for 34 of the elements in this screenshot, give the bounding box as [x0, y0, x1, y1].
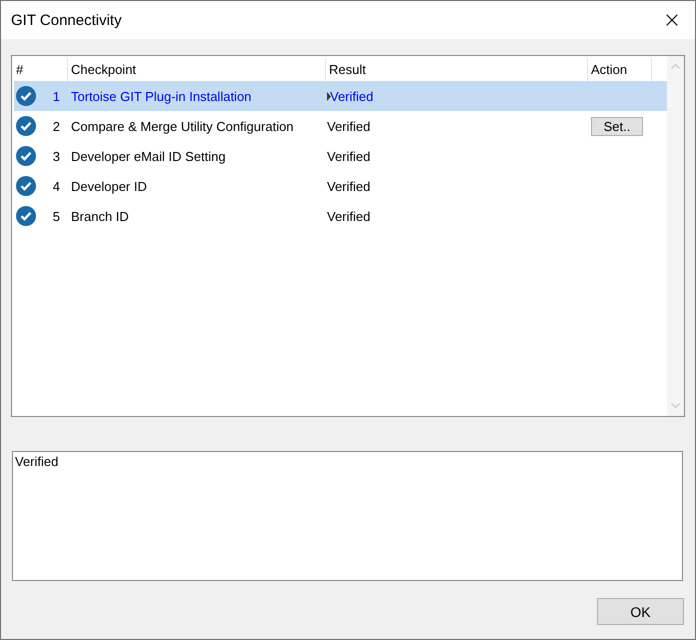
table-cell-text: Tortoise GIT Plug-in Installation	[70, 88, 252, 104]
table-row[interactable]: 5 Branch ID Verified	[14, 201, 667, 231]
table-cell-text: Branch ID	[70, 208, 130, 224]
table-cell-text: 1	[52, 88, 61, 104]
table-row[interactable]: 1 Tortoise GIT Plug-in Installation Verified	[14, 81, 667, 111]
scroll-up-icon[interactable]	[671, 64, 680, 69]
table-cell: Verified	[327, 178, 370, 194]
check-circle-icon	[16, 116, 36, 136]
table-cell: Verified	[327, 208, 370, 224]
table-row[interactable]: 3 Developer eMail ID Setting Verified	[14, 141, 667, 171]
table-cell-text: Compare & Merge Utility Configuration	[70, 118, 295, 134]
scrollbar[interactable]	[667, 56, 684, 416]
set-button[interactable]: Set..	[591, 116, 643, 136]
table-cell-text: Developer eMail ID Setting	[70, 148, 227, 164]
ok-button[interactable]: OK	[597, 598, 684, 625]
table-cell: Verified	[327, 118, 370, 134]
table-cell-text: 2	[52, 118, 61, 134]
table-row[interactable]: 4 Developer ID Verified	[14, 171, 667, 201]
table-cell-text: 3	[52, 148, 61, 164]
close-button[interactable]: ×	[649, 1, 695, 39]
scroll-down-icon[interactable]	[671, 403, 680, 408]
window-title: GIT Connectivity	[11, 12, 122, 28]
table-cell: Verified	[327, 148, 370, 164]
table-row[interactable]: 2 Compare & Merge Utility Configuration Verified Set..	[14, 111, 667, 141]
check-circle-icon	[16, 206, 36, 226]
check-circle-icon	[16, 146, 36, 166]
table-cell-text: 5	[52, 208, 61, 224]
table-cell-text: Developer ID	[70, 178, 148, 194]
row-pointer-icon	[327, 92, 331, 100]
table-cell-text: 4	[52, 178, 61, 194]
table-cell: Verified	[330, 88, 374, 104]
details-text: Verified	[15, 454, 58, 469]
check-circle-icon	[16, 176, 36, 196]
check-circle-icon	[16, 86, 36, 106]
